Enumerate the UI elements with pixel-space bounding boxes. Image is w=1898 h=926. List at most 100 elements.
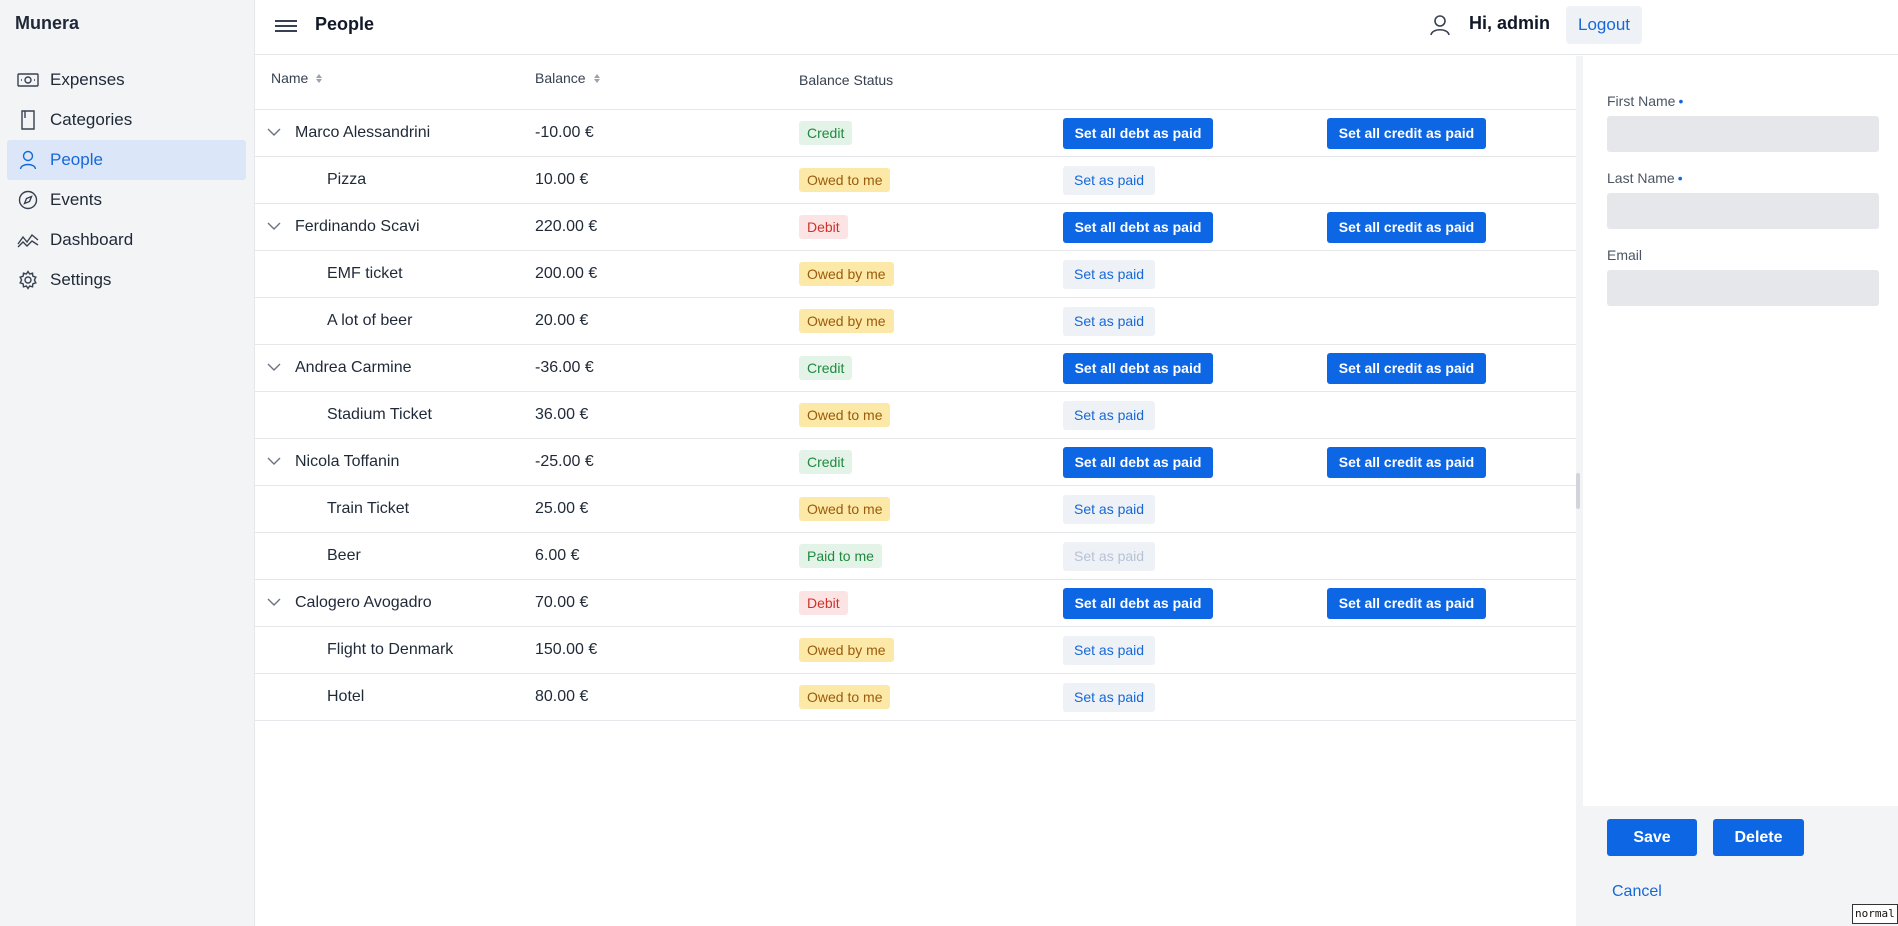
people-table: Name Balance Balance Status Marco Alessa… (255, 56, 1576, 721)
balance-value: 220.00 € (535, 218, 598, 235)
table-body: Marco Alessandrini -10.00 € Credit Set all … (255, 110, 1576, 721)
email-field[interactable] (1607, 270, 1879, 306)
cancel-button[interactable]: Cancel (1612, 883, 1662, 901)
hamburger-menu-icon[interactable] (275, 17, 297, 35)
sidebar-item-categories[interactable]: Categories (7, 100, 246, 140)
set-all-credit-paid-button[interactable]: Set all credit as paid (1327, 211, 1486, 243)
resize-handle[interactable] (1576, 473, 1580, 509)
logout-button[interactable]: Logout (1566, 6, 1642, 44)
mode-indicator: normal (1852, 904, 1898, 924)
sidebar-item-dashboard[interactable]: Dashboard (7, 220, 246, 260)
expense-row: EMF ticket 200.00 € Owed by me Set as paid (255, 251, 1576, 298)
status-badge: Owed by me (799, 309, 894, 333)
set-all-credit-paid-button[interactable]: Set all credit as paid (1327, 117, 1486, 149)
balance-value: 36.00 € (535, 406, 589, 423)
expense-name: EMF ticket (327, 265, 403, 282)
sidebar: Munera Expenses Categories People Events (0, 0, 255, 926)
set-all-credit-paid-button[interactable]: Set all credit as paid (1327, 587, 1486, 619)
chevron-down-icon[interactable] (267, 221, 281, 231)
expense-row: Hotel 80.00 € Owed to me Set as paid (255, 674, 1576, 721)
bookmark-icon (15, 109, 41, 131)
expense-name: A lot of beer (327, 312, 413, 329)
set-all-debt-paid-button[interactable]: Set all debt as paid (1063, 446, 1213, 478)
column-header-label: Balance Status (799, 72, 894, 88)
column-header-name[interactable]: Name (271, 70, 323, 86)
status-badge: Owed to me (799, 497, 891, 521)
set-all-debt-paid-button[interactable]: Set all debt as paid (1063, 117, 1213, 149)
status-badge: Debit (799, 591, 848, 615)
required-marker: • (1677, 170, 1683, 186)
sidebar-nav: Expenses Categories People Events Dashbo… (7, 60, 246, 300)
set-all-debt-paid-button[interactable]: Set all debt as paid (1063, 352, 1213, 384)
status-badge: Owed by me (799, 638, 894, 662)
set-as-paid-button[interactable]: Set as paid (1063, 494, 1156, 524)
expense-row: Flight to Denmark 150.00 € Owed by me Set a… (255, 627, 1576, 674)
chevron-down-icon[interactable] (267, 597, 281, 607)
column-header-label: Name (271, 70, 309, 86)
person-name: Ferdinando Scavi (295, 218, 420, 235)
set-all-credit-paid-button[interactable]: Set all credit as paid (1327, 446, 1486, 478)
expense-row: Train Ticket 25.00 € Owed to me Set as paid (255, 486, 1576, 533)
drawer-footer: Save Delete Cancel (1583, 806, 1898, 926)
set-all-debt-paid-button[interactable]: Set all debt as paid (1063, 587, 1213, 619)
status-badge: Paid to me (799, 544, 882, 568)
set-as-paid-button[interactable]: Set as paid (1063, 635, 1156, 665)
sidebar-item-label: Events (50, 190, 102, 209)
sidebar-item-expenses[interactable]: Expenses (7, 60, 246, 100)
sidebar-item-label: People (50, 150, 103, 169)
set-as-paid-button[interactable]: Set as paid (1063, 165, 1156, 195)
status-badge: Credit (799, 356, 853, 380)
balance-value: -10.00 € (535, 124, 594, 141)
sidebar-item-events[interactable]: Events (7, 180, 246, 220)
status-badge: Credit (799, 121, 853, 145)
page-title: People (315, 14, 375, 34)
set-as-paid-button[interactable]: Set as paid (1063, 259, 1156, 289)
delete-button[interactable]: Delete (1713, 819, 1804, 856)
money-icon (15, 69, 41, 91)
save-button[interactable]: Save (1607, 819, 1697, 856)
balance-value: 80.00 € (535, 688, 589, 705)
sort-icon (316, 73, 323, 83)
set-as-paid-button[interactable]: Set as paid (1063, 306, 1156, 336)
set-as-paid-button[interactable]: Set as paid (1063, 682, 1156, 712)
last-name-label-text: Last Name (1607, 170, 1675, 186)
person-row[interactable]: Nicola Toffanin -25.00 € Credit Set all deb… (255, 439, 1576, 486)
first-name-field[interactable] (1607, 116, 1879, 152)
sidebar-item-label: Categories (50, 110, 133, 129)
expense-name: Beer (327, 547, 361, 564)
balance-value: 150.00 € (535, 641, 598, 658)
sidebar-item-label: Dashboard (50, 230, 134, 249)
person-row[interactable]: Ferdinando Scavi 220.00 € Debit Set all deb… (255, 204, 1576, 251)
expense-name: Train Ticket (327, 500, 410, 517)
person-row[interactable]: Marco Alessandrini -10.00 € Credit Set all … (255, 110, 1576, 157)
status-badge: Owed to me (799, 403, 891, 427)
person-row[interactable]: Andrea Carmine -36.00 € Credit Set all debt… (255, 345, 1576, 392)
expense-row: Beer 6.00 € Paid to me Set as paid (255, 533, 1576, 580)
person-row[interactable]: Calogero Avogadro 70.00 € Debit Set all deb… (255, 580, 1576, 627)
sidebar-item-people[interactable]: People (7, 140, 246, 180)
gear-icon (15, 269, 41, 291)
chevron-down-icon[interactable] (267, 127, 281, 137)
balance-value: 70.00 € (535, 594, 589, 611)
expense-name: Hotel (327, 688, 365, 705)
sidebar-item-settings[interactable]: Settings (7, 260, 246, 300)
first-name-label-text: First Name (1607, 93, 1676, 109)
status-badge: Debit (799, 215, 848, 239)
chevron-down-icon[interactable] (267, 362, 281, 372)
first-name-label: First Name • (1607, 93, 1683, 109)
column-header-status: Balance Status (799, 72, 893, 88)
column-header-balance[interactable]: Balance (535, 70, 600, 86)
user-account-icon (1430, 15, 1450, 36)
last-name-field[interactable] (1607, 193, 1879, 229)
expense-row: Pizza 10.00 € Owed to me Set as paid (255, 157, 1576, 204)
set-all-credit-paid-button[interactable]: Set all credit as paid (1327, 352, 1486, 384)
person-name: Andrea Carmine (295, 359, 412, 376)
person-name: Nicola Toffanin (295, 453, 400, 470)
set-as-paid-button[interactable]: Set as paid (1063, 400, 1156, 430)
set-all-debt-paid-button[interactable]: Set all debt as paid (1063, 211, 1213, 243)
status-badge: Owed to me (799, 168, 891, 192)
balance-value: -36.00 € (535, 359, 594, 376)
chevron-down-icon[interactable] (267, 456, 281, 466)
set-as-paid-button: Set as paid (1063, 541, 1156, 571)
chart-line-icon (15, 229, 41, 251)
